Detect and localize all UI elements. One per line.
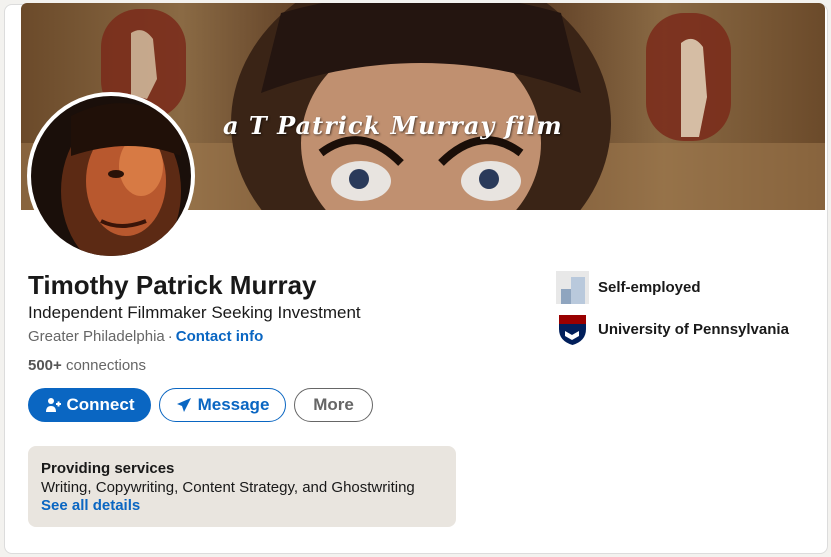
contact-info-link[interactable]: Contact info xyxy=(176,328,264,345)
experience-item-self-employed[interactable]: Self-employed xyxy=(556,271,701,304)
company-placeholder-icon xyxy=(556,271,589,304)
connections-number: 500+ xyxy=(28,357,62,374)
more-label: More xyxy=(313,395,354,414)
message-label: Message xyxy=(197,395,270,414)
connect-button[interactable]: Connect xyxy=(28,388,151,422)
services-panel: Providing services Writing, Copywriting,… xyxy=(28,446,456,527)
see-all-details-link[interactable]: See all details xyxy=(41,497,140,514)
location-row: Greater Philadelphia · Contact info xyxy=(28,328,263,345)
message-button[interactable]: Message xyxy=(159,388,286,422)
connect-label: Connect xyxy=(66,395,135,414)
profile-photo-image xyxy=(31,96,191,256)
connections-label: connections xyxy=(65,357,147,374)
send-icon xyxy=(176,397,192,413)
penn-shield-icon xyxy=(556,313,589,346)
banner-title: a T Patrick Murray film xyxy=(223,111,563,140)
services-title: Providing services xyxy=(41,460,175,477)
more-button[interactable]: More xyxy=(294,388,373,422)
add-person-icon xyxy=(45,397,61,413)
services-list: Writing, Copywriting, Content Strategy, … xyxy=(41,479,415,496)
profile-name: Timothy Patrick Murray xyxy=(28,270,317,300)
education-item-penn[interactable]: University of Pennsylvania xyxy=(556,313,789,346)
separator-dot: · xyxy=(167,328,173,345)
location-text: Greater Philadelphia xyxy=(28,328,165,345)
profile-photo[interactable] xyxy=(27,92,195,260)
profile-headline: Independent Filmmaker Seeking Investment xyxy=(28,303,361,322)
experience-name: Self-employed xyxy=(598,279,701,296)
education-name: University of Pennsylvania xyxy=(598,321,789,338)
connections-count[interactable]: 500+ connections xyxy=(28,357,146,374)
